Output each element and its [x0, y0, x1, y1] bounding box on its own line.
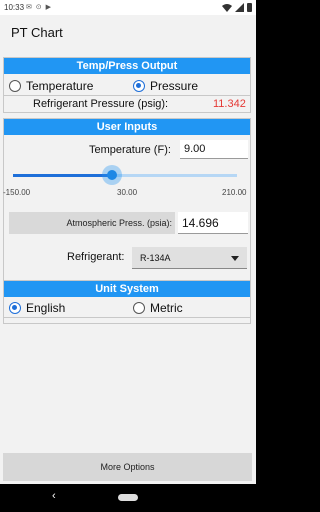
radio-english-label: English: [26, 301, 66, 315]
radio-metric-label: Metric: [150, 301, 183, 315]
radio-temperature-label: Temperature: [26, 79, 94, 93]
output-panel: Temp/Press Output Temperature Pressure R…: [3, 57, 251, 113]
result-label: Refrigerant Pressure (psig):: [33, 98, 169, 110]
refrigerant-label: Refrigerant:: [67, 251, 125, 263]
main-content: Temp/Press Output Temperature Pressure R…: [0, 51, 256, 484]
temperature-label: Temperature (F):: [89, 144, 171, 156]
temperature-input[interactable]: 9.00: [180, 140, 248, 159]
more-options-button[interactable]: More Options: [3, 453, 252, 481]
slider-mid-label: 30.00: [117, 188, 138, 197]
radio-english-circle[interactable]: [9, 302, 21, 314]
result-value: 11.342: [213, 98, 246, 110]
page-title: PT Chart: [11, 25, 63, 40]
wifi-icon: [222, 4, 232, 12]
back-icon[interactable]: ‹: [52, 490, 56, 502]
navigation-bar: ‹: [0, 484, 256, 512]
temperature-slider[interactable]: [13, 165, 237, 185]
battery-icon: [247, 3, 252, 12]
slider-min-label: -150.00: [3, 188, 31, 197]
inputs-panel-header: User Inputs: [4, 119, 250, 135]
refrigerant-selected-value: R-134A: [140, 253, 171, 263]
app-bar: PT Chart: [0, 15, 256, 51]
radio-temperature-circle[interactable]: [9, 80, 21, 92]
atm-pressure-label: Atmospheric Press. (psia):: [9, 212, 175, 234]
refrigerant-select[interactable]: R-134A: [132, 247, 247, 269]
unit-panel-header: Unit System: [4, 281, 250, 297]
radio-pressure-circle[interactable]: [133, 80, 145, 92]
radio-metric[interactable]: Metric: [133, 301, 183, 315]
unit-panel: Unit System English Metric: [3, 280, 251, 318]
chevron-down-icon[interactable]: [231, 256, 239, 261]
radio-pressure-label: Pressure: [150, 79, 199, 93]
atm-pressure-input[interactable]: 14.696: [178, 212, 248, 234]
output-panel-header: Temp/Press Output: [4, 58, 250, 74]
divider: [4, 95, 250, 96]
signal-icon: [235, 3, 244, 12]
radio-pressure[interactable]: Pressure: [133, 79, 198, 93]
status-time: 10:33: [4, 3, 25, 12]
notification-icons: ✉ ⊙ ▶: [26, 4, 53, 11]
slider-thumb[interactable]: [107, 170, 117, 180]
radio-metric-circle[interactable]: [133, 302, 145, 314]
status-bar: 10:33 ✉ ⊙ ▶: [0, 0, 256, 15]
slider-max-label: 210.00: [222, 188, 247, 197]
radio-english[interactable]: English: [9, 301, 65, 315]
radio-temperature[interactable]: Temperature: [9, 79, 93, 93]
system-icons: [222, 3, 252, 12]
slider-fill: [13, 174, 112, 177]
home-pill-icon[interactable]: [118, 494, 138, 501]
